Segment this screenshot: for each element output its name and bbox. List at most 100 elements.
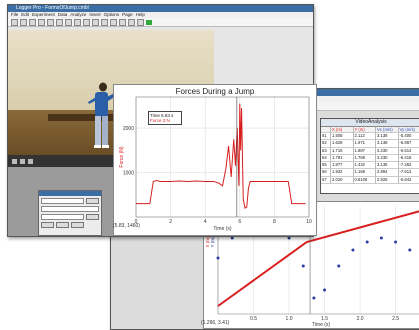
dialog-field[interactable] xyxy=(41,206,99,212)
table-icon[interactable] xyxy=(47,19,54,26)
table-cell: 2.113 xyxy=(354,133,377,140)
table-cell: -6.614 xyxy=(399,148,419,155)
x-tick-label: 6 xyxy=(238,219,241,225)
window-title: Logger Pro - FormsOfJump.cmbl xyxy=(8,5,313,12)
table-cell: -5.842 xyxy=(399,177,419,184)
y-axis-label-right: Y (m) xyxy=(210,236,215,247)
save-icon[interactable] xyxy=(29,19,36,26)
table-grid: X (m)Y (m)Vx (m/s)Vy (m/s)611.5082.1133.… xyxy=(321,127,419,184)
menu-item-options[interactable]: Options xyxy=(104,12,120,17)
step-back-button[interactable] xyxy=(20,159,25,164)
table-cell: 3.138 xyxy=(376,140,399,147)
menu-item-file[interactable]: File xyxy=(11,12,18,17)
toolbar xyxy=(8,18,313,27)
x-axis-label: Time (s) xyxy=(213,226,231,232)
video-analysis-table[interactable]: VideoAnalysis X (m)Y (m)Vx (m/s)Vy (m/s)… xyxy=(320,118,419,194)
table-cell: -5.400 xyxy=(399,133,419,140)
table-cell: 1.716 xyxy=(331,148,354,155)
y-position-point xyxy=(312,297,315,300)
x-tick-label: 10 xyxy=(306,219,312,225)
readout-force: Force 3 N xyxy=(150,118,180,123)
y-position-point xyxy=(366,241,369,244)
forces-graph-status: (5.83, 1460) xyxy=(113,223,140,229)
print-icon[interactable] xyxy=(38,19,45,26)
table-cell: -7.262 xyxy=(399,162,419,169)
menu-item-edit[interactable]: Edit xyxy=(21,12,29,17)
row-label: 66 xyxy=(321,169,331,176)
step-forward-button[interactable] xyxy=(28,159,33,164)
examine-readout: Time 5.83 s Force 3 N xyxy=(148,111,182,125)
y-axis-label: Force (N) xyxy=(119,146,125,167)
row-label: 64 xyxy=(321,155,331,162)
table-cell: -6.416 xyxy=(399,155,419,162)
table-cell: 2.826 xyxy=(376,177,399,184)
autoscale-icon[interactable] xyxy=(65,19,72,26)
position-graph-status: (1.296, 3.41) xyxy=(201,320,229,326)
y-position-point xyxy=(217,257,220,260)
y-tick-label: 1000 xyxy=(123,171,134,177)
menu-item-data[interactable]: Data xyxy=(58,12,68,17)
y-position-point xyxy=(302,265,305,268)
table-cell: 1.932 xyxy=(331,169,354,176)
table-cell: 1.887 xyxy=(354,148,377,155)
zoom-out-icon[interactable] xyxy=(83,19,90,26)
collect-button[interactable] xyxy=(146,20,152,25)
table-cell: 3.138 xyxy=(376,133,399,140)
table-cell: 2.894 xyxy=(376,169,399,176)
dialog-title xyxy=(39,191,101,196)
play-button[interactable] xyxy=(12,159,17,164)
row-label: 61 xyxy=(321,133,331,140)
forces-graph-svg: 024681010002000Time (s)Force (N) xyxy=(114,85,316,235)
forces-graph[interactable]: Forces During a Jump 024681010002000Time… xyxy=(113,84,317,236)
forces-chart-title: Forces During a Jump xyxy=(114,87,316,96)
y-position-point xyxy=(394,241,397,244)
x-tick-label: 8 xyxy=(273,219,276,225)
x-tick-label: 2.5 xyxy=(392,316,399,322)
menu-item-insert[interactable]: Insert xyxy=(89,12,100,17)
table-cell: 1.971 xyxy=(354,140,377,147)
x-tick-label: 2 xyxy=(169,219,172,225)
x-tick-label: 4 xyxy=(204,219,207,225)
fit-icon[interactable] xyxy=(128,19,135,26)
zoom-in-icon[interactable] xyxy=(74,19,81,26)
y-position-point xyxy=(380,237,383,240)
new-file-icon[interactable] xyxy=(11,19,18,26)
menu-item-help[interactable]: Help xyxy=(136,12,145,17)
menu-item-experiment[interactable]: Experiment xyxy=(32,12,55,17)
table-cell: 1.508 xyxy=(331,133,354,140)
table-cell: 2.020 xyxy=(331,177,354,184)
table-cell: -6.867 xyxy=(399,140,419,147)
table-cell: 1.432 xyxy=(354,162,377,169)
y-position-point xyxy=(323,289,326,292)
menu-item-page[interactable]: Page xyxy=(122,12,133,17)
dialog-cancel-button[interactable] xyxy=(56,222,69,228)
table-cell: 0.6106 xyxy=(354,177,377,184)
x-tick-label: 0.5 xyxy=(250,316,257,322)
table-cell: 1.877 xyxy=(331,162,354,169)
dialog-field[interactable] xyxy=(41,214,84,220)
table-cell: 3.230 xyxy=(376,155,399,162)
curve-fit-icon[interactable] xyxy=(137,19,144,26)
dialog-button[interactable] xyxy=(86,198,99,204)
menu-item-analyze[interactable]: Analyze xyxy=(70,12,86,17)
row-label: 65 xyxy=(321,162,331,169)
x-tick-label: 2.0 xyxy=(357,316,364,322)
graph-icon[interactable] xyxy=(56,19,63,26)
dialog-button[interactable] xyxy=(86,214,99,220)
dialog-help-button[interactable] xyxy=(71,222,84,228)
x-tick-label: 1.0 xyxy=(286,316,293,322)
integral-icon[interactable] xyxy=(110,19,117,26)
table-cell: 1.768 xyxy=(354,155,377,162)
tangent-icon[interactable] xyxy=(101,19,108,26)
row-label: 63 xyxy=(321,148,331,155)
open-file-icon[interactable] xyxy=(20,19,27,26)
table-cell: 3.230 xyxy=(376,148,399,155)
table-cell: 3.136 xyxy=(376,162,399,169)
x-axis-label: Time (s) xyxy=(312,322,330,328)
dialog-select[interactable] xyxy=(41,198,84,204)
stats-icon[interactable] xyxy=(119,19,126,26)
table-cell: -7.612 xyxy=(399,169,419,176)
dialog-ok-button[interactable] xyxy=(41,222,54,228)
examine-icon[interactable] xyxy=(92,19,99,26)
y-tick-label: 2000 xyxy=(123,126,134,132)
